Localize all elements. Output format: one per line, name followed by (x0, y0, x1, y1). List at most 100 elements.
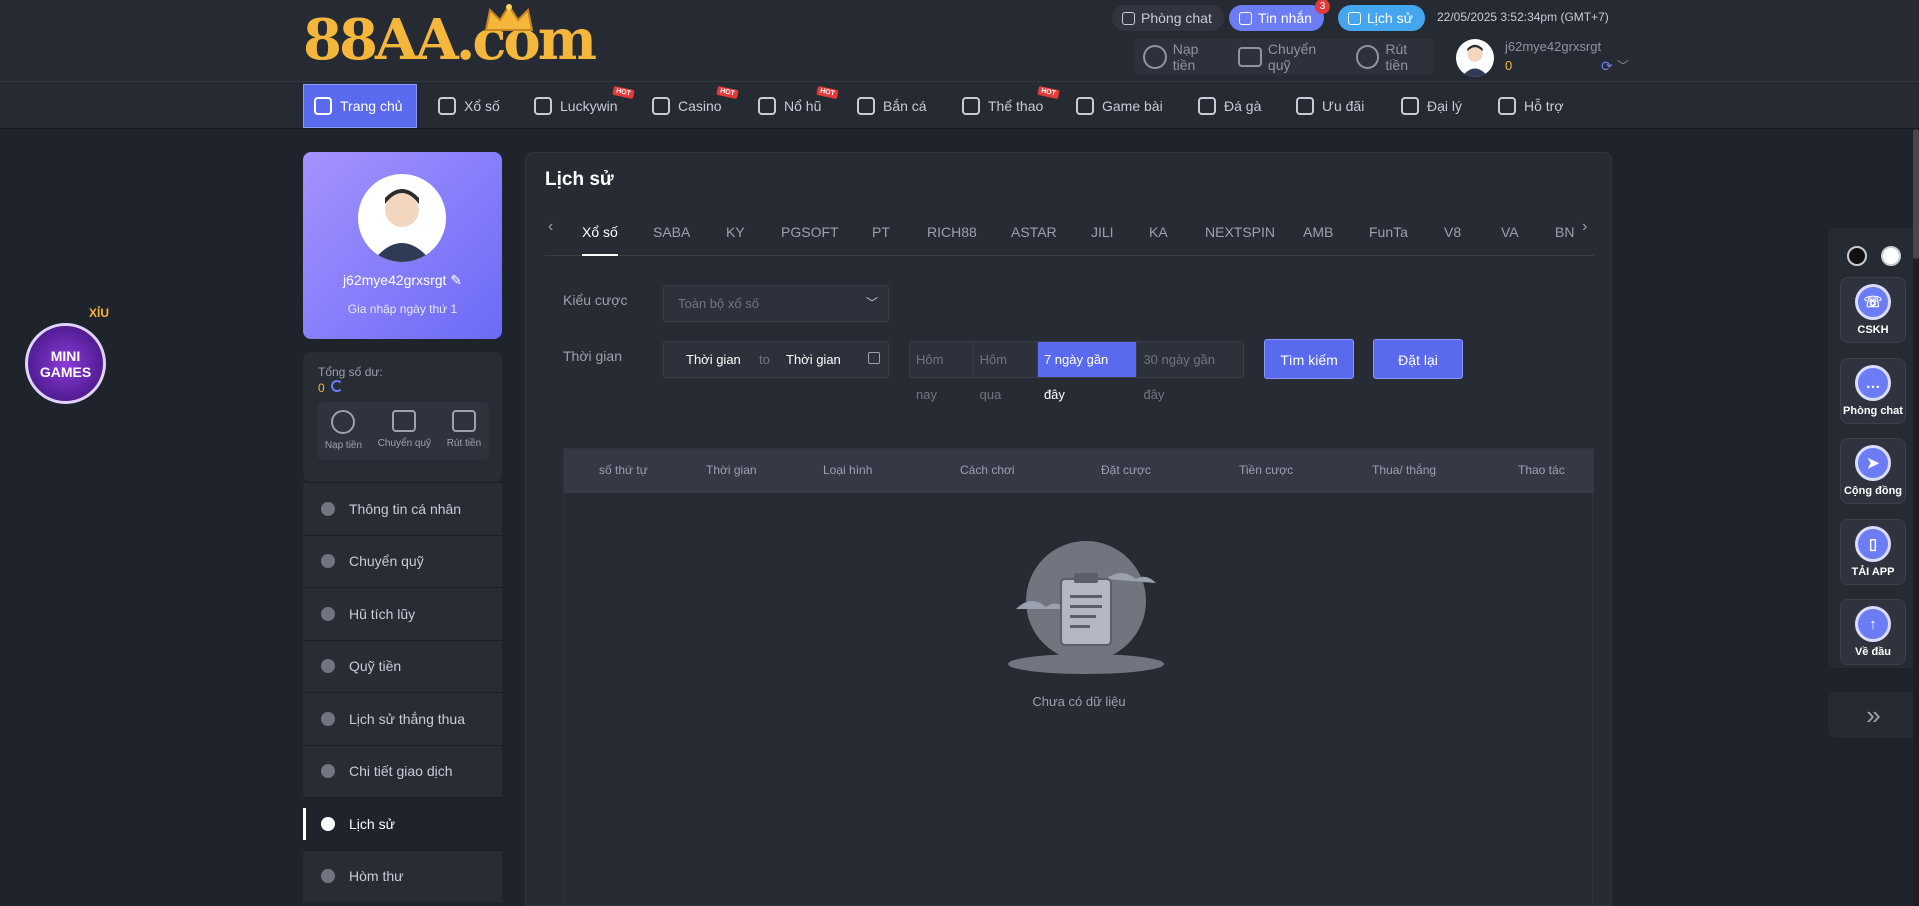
casino-icon (652, 97, 670, 115)
avatar[interactable] (358, 174, 446, 262)
header-withdraw-button[interactable]: Rút tiền (1355, 41, 1433, 73)
balance-box: Tổng số dư: 0 Nạp tiền Chuyển quỹ Rút ti… (303, 352, 502, 482)
empty-state-text: Chưa có dữ liệu (1032, 694, 1126, 709)
double-chevron-right-icon: » (1866, 700, 1881, 730)
column-header: Thời gian (706, 463, 757, 477)
tab-bn[interactable]: BN (1555, 224, 1574, 240)
tab-amb[interactable]: AMB (1303, 224, 1333, 240)
menu-item-personal-info[interactable]: Thông tin cá nhân (303, 482, 502, 535)
tab-ky[interactable]: KY (726, 224, 745, 240)
profile-joined: Gia nhập ngày thứ 1 (347, 302, 458, 316)
slots-icon (758, 97, 776, 115)
tab-funta[interactable]: FunTa (1369, 224, 1408, 240)
menu-item-transactions[interactable]: Chi tiết giao dịch (303, 744, 502, 797)
tab-v8[interactable]: V8 (1444, 224, 1461, 240)
rooster-icon (1198, 97, 1216, 115)
tab-xo-so[interactable]: Xổ số (582, 224, 618, 240)
refresh-icon[interactable] (331, 380, 343, 392)
chevron-right-icon[interactable]: › (1582, 218, 1587, 236)
table-header: số thứ tự Thời gian Loại hình Cách chơi … (564, 449, 1594, 493)
withdraw-icon (451, 410, 476, 432)
tab-pgsoft[interactable]: PGSOFT (781, 224, 839, 240)
history-icon (321, 816, 335, 831)
tab-jili[interactable]: JILI (1091, 224, 1114, 240)
download-app-button[interactable]: ▯ TẢI APP (1840, 519, 1906, 585)
date-range-picker[interactable]: Thời gian to Thời gian (663, 341, 889, 378)
fish-icon (857, 97, 875, 115)
time-label: Thời gian (563, 348, 622, 364)
right-floating-bar: ☏ CSKH … Phòng chat ➤ Cộng đồng ▯ TẢI AP… (1828, 228, 1919, 668)
nav-item-cockfight[interactable]: Đá gà (1188, 84, 1271, 128)
withdraw-button[interactable]: Rút tiền (447, 410, 481, 460)
tab-va[interactable]: VA (1501, 224, 1519, 240)
nav-item-casino[interactable]: Casino HOT (642, 84, 739, 128)
message-count-badge: 3 (1314, 0, 1330, 14)
site-logo[interactable]: 88AA.com (303, 10, 597, 70)
history-button[interactable]: Lịch sử (1338, 5, 1425, 31)
scrollbar-thumb[interactable] (1913, 129, 1919, 259)
quick-date-selector: Hôm nay Hôm qua 7 ngày gần đây 30 ngày g… (909, 341, 1244, 402)
chat-room-side-button[interactable]: … Phòng chat (1840, 358, 1906, 424)
nav-item-sports[interactable]: Thể thao HOT (952, 84, 1060, 128)
quick-date-7-days[interactable]: 7 ngày gần đây (1037, 342, 1138, 402)
menu-item-history[interactable]: Lịch sử (303, 797, 502, 850)
menu-item-win-loss[interactable]: Lịch sử thắng thua (303, 692, 502, 745)
tab-rich88[interactable]: RICH88 (927, 224, 977, 240)
transfer-button[interactable]: Chuyển quỹ (378, 410, 431, 460)
header-transfer-button[interactable]: Chuyển quỹ (1238, 41, 1341, 73)
quick-date-30-days[interactable]: 30 ngày gần đây (1137, 342, 1243, 402)
history-table: số thứ tự Thời gian Loại hình Cách chơi … (563, 448, 1594, 906)
nav-item-lottery[interactable]: Xổ số (428, 84, 510, 128)
tab-astar[interactable]: ASTAR (1011, 224, 1057, 240)
avatar[interactable] (1456, 39, 1494, 77)
menu-item-fund[interactable]: Quỹ tiền (303, 639, 502, 692)
nav-item-fishing[interactable]: Bắn cá (847, 84, 937, 128)
nav-item-card-games[interactable]: Game bài (1066, 84, 1173, 128)
nav-item-agent[interactable]: Đại lý (1391, 84, 1472, 128)
nav-item-promotions[interactable]: Ưu đãi (1286, 84, 1374, 128)
tab-nextspin[interactable]: NEXTSPIN (1205, 224, 1275, 240)
edit-icon[interactable]: ✎ (450, 272, 462, 288)
back-to-top-button[interactable]: ↑ Về đầu (1840, 599, 1906, 665)
quick-date-yesterday[interactable]: Hôm qua (974, 342, 1038, 402)
quick-date-today[interactable]: Hôm nay (910, 342, 974, 402)
dark-theme-toggle[interactable] (1846, 246, 1867, 266)
deposit-icon (331, 410, 356, 434)
page-title: Lịch sử (545, 169, 614, 190)
column-header: Tiền cược (1239, 463, 1294, 477)
sports-icon (962, 97, 980, 115)
date-to[interactable]: Thời gian (786, 352, 841, 367)
customer-support-button[interactable]: ☏ CSKH (1840, 277, 1906, 343)
community-button[interactable]: ➤ Cộng đồng (1840, 438, 1906, 504)
reset-button[interactable]: Đặt lại (1373, 339, 1463, 379)
date-to-separator: to (759, 352, 770, 367)
chat-room-button[interactable]: Phòng chat (1112, 5, 1224, 31)
mini-games-button[interactable]: MINI GAMES (25, 323, 106, 404)
menu-item-jackpot[interactable]: Hũ tích lũy (303, 587, 502, 640)
chevron-down-icon: ﹀ (865, 296, 878, 310)
collapse-sidebar-button[interactable]: » (1828, 692, 1919, 738)
search-button[interactable]: Tìm kiếm (1264, 339, 1354, 379)
refresh-icon[interactable]: ⟳ (1601, 58, 1613, 75)
menu-item-transfer[interactable]: Chuyển quỹ (303, 534, 502, 587)
profile-card: j62mye42grxsrgt ✎ Gia nhập ngày thứ 1 (303, 152, 502, 339)
tab-saba[interactable]: SABA (653, 224, 690, 240)
date-from[interactable]: Thời gian (686, 352, 741, 367)
chevron-down-icon[interactable]: ﹀ (1617, 57, 1629, 74)
column-header: Thua/ thắng (1372, 463, 1437, 477)
light-theme-toggle[interactable] (1880, 246, 1901, 266)
nav-item-home[interactable]: Trang chủ (303, 84, 417, 128)
chat-icon: … (1855, 365, 1891, 401)
chevron-left-icon[interactable]: ‹ (548, 218, 553, 236)
bet-type-select[interactable]: Toàn bộ xổ số ﹀ (663, 285, 889, 322)
header-username: j62mye42grxsrgt (1505, 39, 1602, 54)
nav-item-support[interactable]: Hỗ trợ (1488, 84, 1574, 128)
nav-item-luckywin[interactable]: Luckywin HOT (524, 84, 635, 128)
header-deposit-button[interactable]: Nạp tiền (1143, 41, 1224, 73)
nav-item-slots[interactable]: Nổ hũ HOT (748, 84, 839, 128)
tab-ka[interactable]: KA (1149, 224, 1168, 240)
menu-item-mailbox[interactable]: Hòm thư (303, 849, 502, 902)
messages-button[interactable]: Tin nhắn 3 (1229, 0, 1330, 31)
deposit-button[interactable]: Nạp tiền (325, 410, 362, 460)
tab-pt[interactable]: PT (872, 224, 890, 240)
